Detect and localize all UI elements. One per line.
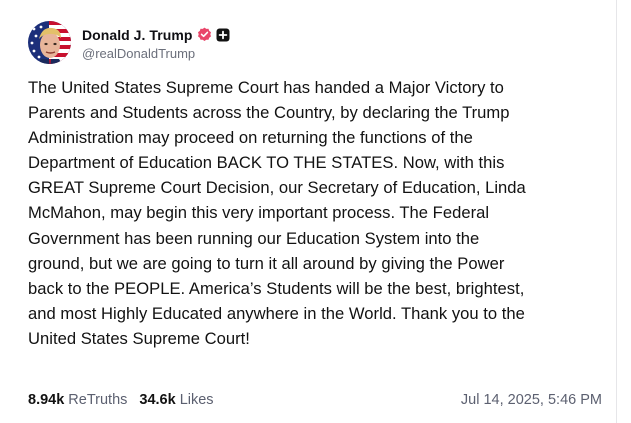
author-handle[interactable]: @realDonaldTrump	[82, 46, 230, 61]
likes-label: Likes	[179, 392, 214, 408]
plus-icon	[216, 28, 230, 42]
author-display-name[interactable]: Donald J. Trump	[82, 27, 192, 43]
post-timestamp[interactable]: Jul 14, 2025, 5:46 PM	[461, 392, 602, 408]
likes-count: 34.6k	[139, 392, 176, 408]
post-card: Donald J. Trump @realDonaldTrump The Uni…	[0, 0, 617, 423]
verified-badge-icon	[197, 27, 212, 42]
avatar-image	[28, 21, 71, 64]
post-body-text: The United States Supreme Court has hand…	[28, 78, 526, 348]
post-footer: 8.94k ReTruths 34.6k Likes Jul 14, 2025,…	[28, 392, 602, 408]
post-header: Donald J. Trump @realDonaldTrump	[28, 21, 230, 64]
retruths-label: ReTruths	[68, 392, 128, 408]
retruths-count: 8.94k	[28, 392, 65, 408]
avatar[interactable]	[28, 21, 71, 64]
author-names: Donald J. Trump @realDonaldTrump	[82, 25, 230, 61]
retruths-stat[interactable]: 8.94k ReTruths	[28, 392, 127, 408]
likes-stat[interactable]: 34.6k Likes	[139, 392, 213, 408]
display-name-row: Donald J. Trump	[82, 25, 230, 45]
